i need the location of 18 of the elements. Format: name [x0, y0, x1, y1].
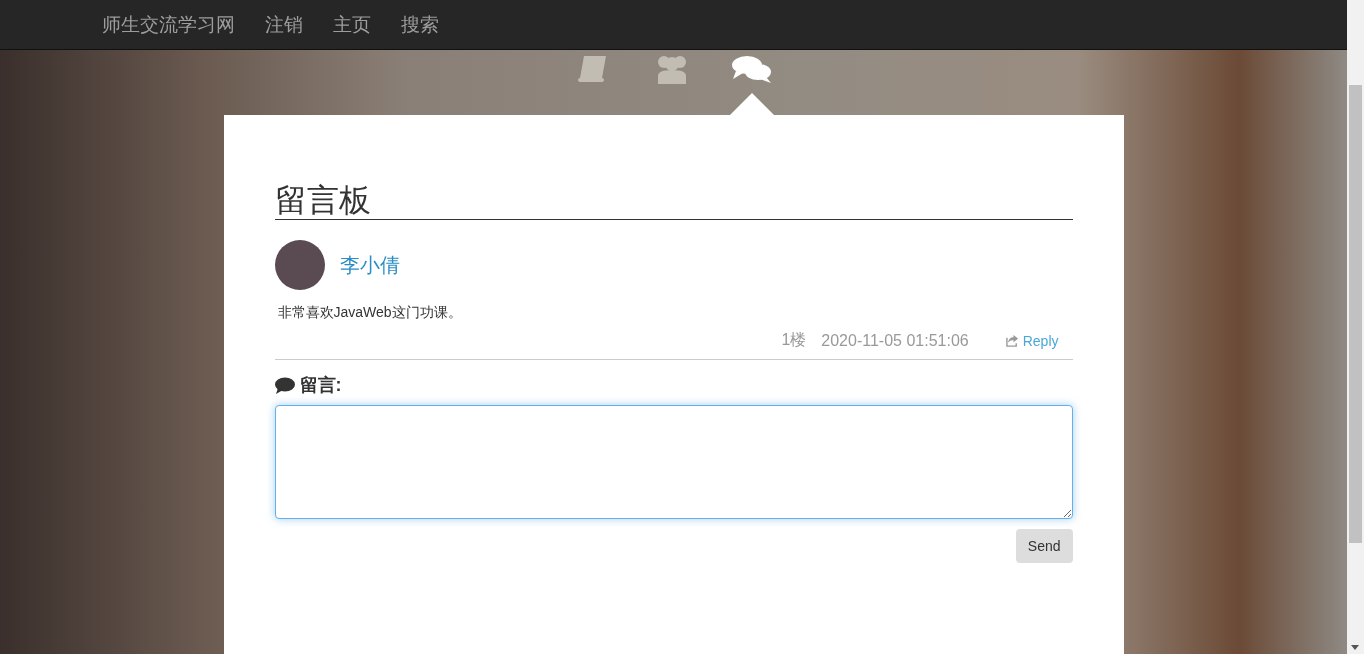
nav-link[interactable]: 搜索	[401, 11, 439, 38]
speech-bubble-icon	[274, 376, 295, 394]
message-input[interactable]	[274, 405, 1073, 519]
scrollbar[interactable]	[1347, 0, 1364, 654]
scroll-down-icon[interactable]	[1351, 645, 1359, 650]
nav-link[interactable]: 注销	[265, 11, 303, 38]
brand-link[interactable]: 师生交流学习网	[102, 11, 235, 38]
comments-icon[interactable]	[729, 54, 774, 84]
compose-label: 留言:	[299, 374, 342, 397]
message-text: 非常喜欢JavaWeb这门功课。	[277, 304, 463, 322]
board-title: 留言板	[274, 181, 1073, 220]
share-icon	[1005, 334, 1019, 347]
avatar	[274, 240, 325, 290]
nav-link[interactable]: 主页	[333, 11, 371, 38]
author-link[interactable]: 李小倩	[339, 251, 400, 279]
send-button[interactable]: Send	[1015, 529, 1073, 563]
timestamp: 2020-11-05 01:51:06	[821, 331, 969, 350]
floor-number: 1楼	[781, 330, 807, 350]
